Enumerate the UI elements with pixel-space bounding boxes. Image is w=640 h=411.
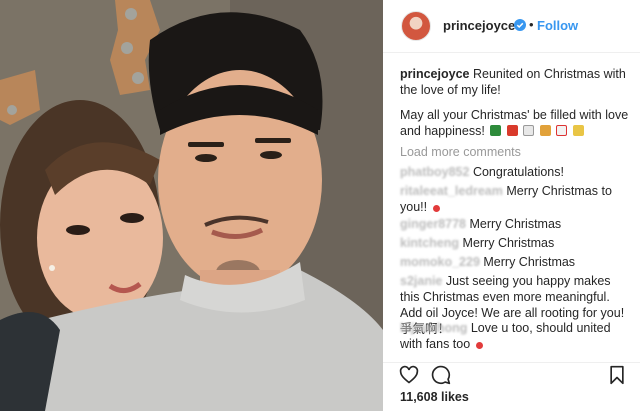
- comment-username[interactable]: ritaleeat_ledream: [400, 184, 503, 198]
- christmas-tree-emoji-icon: [490, 125, 502, 136]
- post-actions-bar: [383, 362, 640, 386]
- heart-emoji-icon: [475, 342, 483, 349]
- comment: phatboy852 Congratulations!: [400, 164, 632, 180]
- comment-text: Congratulations!: [472, 165, 564, 179]
- header-separator: •: [529, 17, 534, 32]
- comment-icon[interactable]: [431, 365, 451, 385]
- avatar[interactable]: [401, 11, 431, 41]
- follow-button[interactable]: Follow: [537, 18, 578, 33]
- heart-icon[interactable]: [399, 365, 419, 385]
- comment-username[interactable]: phatboy852: [400, 165, 469, 179]
- comment-text: Merry Christmas: [469, 217, 562, 231]
- post-photo: [0, 0, 383, 411]
- heart-emoji-icon: [432, 205, 440, 212]
- candy-cane-emoji-icon: [556, 125, 568, 136]
- post-header: princejoyce • Follow: [383, 0, 640, 53]
- likes-count[interactable]: 11,608 likes: [400, 390, 469, 404]
- load-more-comments-link[interactable]: Load more comments: [400, 145, 521, 159]
- comment-username[interactable]: s2janie: [400, 274, 442, 288]
- comment-username[interactable]: momoko_229: [400, 255, 480, 269]
- comment-username[interactable]: ginger8778: [400, 217, 466, 231]
- post-sidebar: princejoyce • Follow princejoyce Reunite…: [383, 0, 640, 411]
- caption-second-paragraph: May all your Christmas' be filled with l…: [400, 107, 632, 139]
- photo-illustration: [0, 0, 383, 411]
- caption: princejoyce Reunited on Christmas with t…: [400, 66, 632, 98]
- verified-badge-icon: [514, 19, 526, 31]
- comment: kintcheng Merry Christmas: [400, 235, 632, 251]
- comment-text: Merry Christmas: [462, 236, 555, 250]
- comment-text: Merry Christmas: [483, 255, 576, 269]
- comment: bijouchong Love u too, should united wit…: [400, 320, 632, 352]
- santa-emoji-icon: [506, 125, 518, 136]
- party-popper-emoji-icon: [572, 125, 584, 136]
- gift-emoji-icon: [539, 125, 551, 136]
- comment: ritaleeat_ledream Merry Christmas to you…: [400, 183, 632, 215]
- comment-username[interactable]: kintcheng: [400, 236, 459, 250]
- bookmark-icon[interactable]: [607, 365, 627, 385]
- snowman-emoji-icon: [523, 125, 535, 136]
- caption-username[interactable]: princejoyce: [400, 67, 469, 81]
- comment: ginger8778 Merry Christmas: [400, 216, 632, 232]
- username-link[interactable]: princejoyce: [443, 18, 515, 33]
- comment: momoko_229 Merry Christmas: [400, 254, 632, 270]
- comment-username[interactable]: bijouchong: [400, 321, 467, 335]
